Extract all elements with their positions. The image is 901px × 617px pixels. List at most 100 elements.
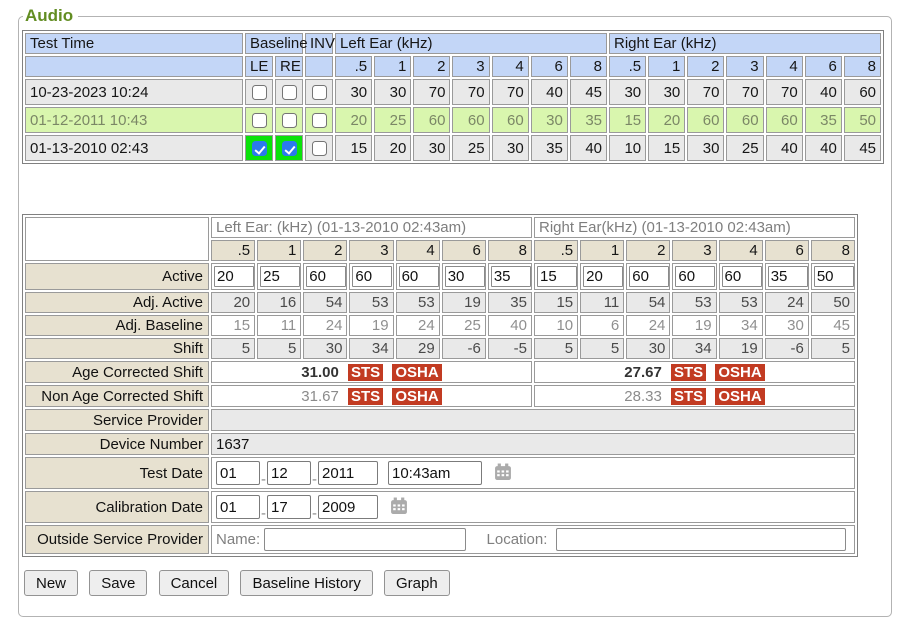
inv-checkbox[interactable] [312, 113, 327, 128]
active-threshold-input[interactable] [445, 266, 485, 287]
test-date-year-input[interactable] [318, 461, 378, 485]
right-ear-value: 30 [687, 135, 724, 161]
adj-baseline-value: 24 [303, 315, 347, 336]
cancel-button[interactable]: Cancel [159, 570, 230, 596]
sts-badge: STS [671, 364, 706, 381]
adj-active-value: 53 [349, 292, 393, 313]
active-threshold-input[interactable] [583, 266, 623, 287]
age-corrected-right: 27.67 STS OSHA [534, 361, 855, 383]
date-separator: - [261, 505, 266, 522]
calendar-icon[interactable] [390, 502, 408, 519]
left-ear-value: 30 [413, 135, 450, 161]
adj-active-value: 11 [580, 292, 624, 313]
new-button[interactable]: New [24, 570, 78, 596]
shift-value: -6 [442, 338, 486, 359]
right-ear-value: 70 [766, 79, 803, 105]
baseline-le-checkbox[interactable] [252, 141, 267, 156]
test-row[interactable]: 10-23-2023 10:24 30 30 70 70 70 40 45 30… [25, 79, 881, 105]
outside-provider-name-input[interactable] [264, 528, 466, 551]
baseline-re-cell [275, 79, 303, 105]
test-time-input[interactable] [388, 461, 482, 485]
left-ear-value: 20 [374, 135, 411, 161]
service-provider-row: Service Provider [25, 409, 855, 431]
baseline-history-button[interactable]: Baseline History [240, 570, 372, 596]
active-threshold-input[interactable] [814, 266, 854, 287]
freq-header: 6 [765, 240, 809, 261]
baseline-re-checkbox[interactable] [282, 113, 297, 128]
row-label-adj-active: Adj. Active [25, 292, 209, 313]
adj-active-value: 53 [719, 292, 763, 313]
osha-badge: OSHA [392, 388, 441, 405]
left-ear-value: 20 [335, 107, 372, 133]
calibration-year-input[interactable] [318, 495, 378, 519]
adj-baseline-value: 6 [580, 315, 624, 336]
left-ear-value: 30 [335, 79, 372, 105]
adj-baseline-value: 11 [257, 315, 301, 336]
left-ear-value: 70 [492, 79, 529, 105]
sts-badge: STS [671, 388, 706, 405]
inv-checkbox[interactable] [312, 141, 327, 156]
active-threshold-input[interactable] [260, 266, 300, 287]
active-threshold-input[interactable] [491, 266, 531, 287]
left-ear-value: 30 [492, 135, 529, 161]
freq-header: 8 [811, 240, 855, 261]
shift-value: 34 [349, 338, 393, 359]
baseline-le-checkbox[interactable] [252, 85, 267, 100]
left-ear-value: 45 [570, 79, 607, 105]
active-threshold-input[interactable] [306, 266, 346, 287]
shift-row: Shift 5 5 30 34 29 -6 -5 5 5 30 34 19 -6… [25, 338, 855, 359]
freq-header: 1 [648, 56, 685, 77]
age-corrected-left: 31.00 STS OSHA [211, 361, 532, 383]
shift-value: -6 [765, 338, 809, 359]
test-row[interactable]: 01-13-2010 02:43 15 20 30 25 30 35 40 10… [25, 135, 881, 161]
shift-value: 5 [211, 338, 255, 359]
baseline-le-cell [245, 107, 273, 133]
right-ear-value: 70 [687, 79, 724, 105]
active-threshold-input[interactable] [214, 266, 254, 287]
active-threshold-input[interactable] [722, 266, 762, 287]
calendar-icon[interactable] [494, 468, 512, 485]
active-threshold-input[interactable] [537, 266, 577, 287]
active-row: Active [25, 263, 855, 290]
device-number-row: Device Number 1637 [25, 433, 855, 455]
adj-active-value: 16 [257, 292, 301, 313]
graph-button[interactable]: Graph [384, 570, 450, 596]
test-date-month-input[interactable] [216, 461, 260, 485]
active-threshold-input[interactable] [675, 266, 715, 287]
test-date-day-input[interactable] [267, 461, 311, 485]
active-threshold-input[interactable] [768, 266, 808, 287]
action-button-row: New Save Cancel Baseline History Graph [24, 570, 886, 596]
name-label: Name: [216, 531, 260, 548]
adj-active-value: 54 [626, 292, 670, 313]
outside-provider-location-input[interactable] [556, 528, 846, 551]
non-age-corrected-left-value: 31.67 [301, 388, 339, 405]
empty-header-cell [25, 56, 243, 77]
test-time-cell: 01-13-2010 02:43 [25, 135, 243, 161]
right-ear-value: 50 [844, 107, 881, 133]
col-header-right-ear: Right Ear (kHz) [609, 33, 881, 54]
active-threshold-input[interactable] [352, 266, 392, 287]
active-threshold-input[interactable] [629, 266, 669, 287]
freq-header: 4 [719, 240, 763, 261]
adj-active-value: 53 [672, 292, 716, 313]
test-row[interactable]: 01-12-2011 10:43 20 25 60 60 60 30 35 15… [25, 107, 881, 133]
save-button[interactable]: Save [89, 570, 147, 596]
baseline-re-checkbox[interactable] [282, 141, 297, 156]
right-ear-value: 40 [805, 135, 842, 161]
inv-checkbox[interactable] [312, 85, 327, 100]
adj-baseline-value: 45 [811, 315, 855, 336]
history-header-row: Test Time Baseline INV Left Ear (kHz) Ri… [25, 33, 881, 54]
non-age-corrected-right-value: 28.33 [624, 388, 662, 405]
freq-header: 1 [257, 240, 301, 261]
baseline-le-checkbox[interactable] [252, 113, 267, 128]
calibration-day-input[interactable] [267, 495, 311, 519]
left-ear-value: 15 [335, 135, 372, 161]
adj-active-value: 24 [765, 292, 809, 313]
left-ear-header: Left Ear: (kHz) (01-13-2010 02:43am) [211, 217, 532, 238]
baseline-re-checkbox[interactable] [282, 85, 297, 100]
right-ear-value: 20 [648, 107, 685, 133]
active-threshold-input[interactable] [399, 266, 439, 287]
calibration-month-input[interactable] [216, 495, 260, 519]
adj-baseline-value: 34 [719, 315, 763, 336]
non-age-corrected-shift-row: Non Age Corrected Shift 31.67 STS OSHA 2… [25, 385, 855, 407]
